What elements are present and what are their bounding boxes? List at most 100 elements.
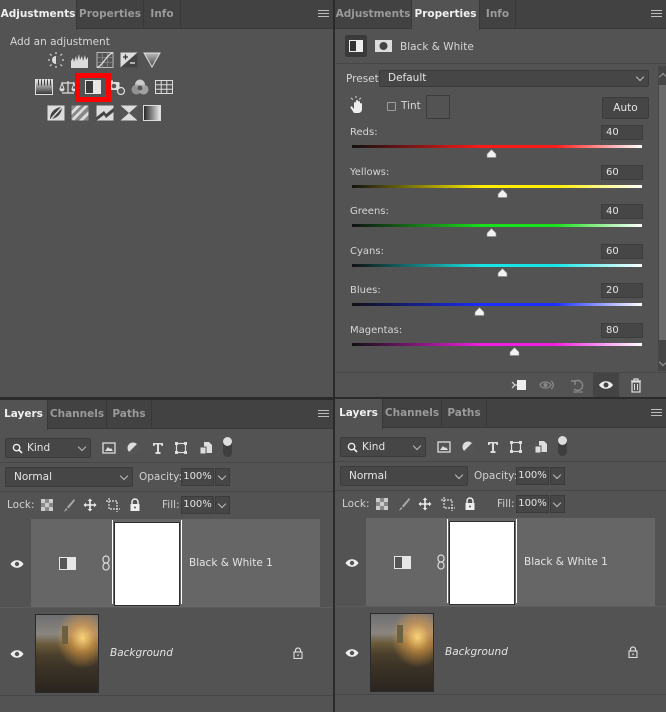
filter-kind-dropdown[interactable]: Kind bbox=[340, 437, 426, 457]
channel-mixer-icon[interactable] bbox=[131, 79, 149, 95]
color-lookup-icon[interactable] bbox=[155, 79, 173, 95]
lock-artboard-icon[interactable] bbox=[441, 497, 455, 511]
type-layer-filter-icon[interactable] bbox=[486, 440, 500, 454]
tab-info[interactable]: Info bbox=[144, 0, 181, 29]
shape-layer-filter-icon[interactable] bbox=[509, 440, 523, 454]
tab-layers[interactable]: Layers bbox=[0, 400, 48, 430]
lock-position-icon[interactable] bbox=[418, 497, 432, 511]
smart-object-filter-icon[interactable] bbox=[199, 441, 213, 455]
tint-checkbox[interactable] bbox=[387, 102, 396, 111]
blend-mode-dropdown[interactable]: Normal bbox=[5, 467, 133, 487]
fill-dropdown-button[interactable] bbox=[215, 496, 230, 514]
lock-transparent-pixels-icon[interactable] bbox=[40, 498, 54, 512]
opacity-dropdown-button[interactable] bbox=[215, 468, 230, 486]
panel-menu-icon[interactable] bbox=[651, 409, 662, 418]
type-layer-filter-icon[interactable] bbox=[151, 441, 165, 455]
selective-color-icon[interactable] bbox=[120, 105, 138, 121]
lock-position-icon[interactable] bbox=[83, 498, 97, 512]
layer-name[interactable]: Background bbox=[110, 647, 173, 659]
lock-image-pixels-icon[interactable] bbox=[62, 498, 76, 512]
tab-paths[interactable]: Paths bbox=[442, 399, 487, 428]
layer-mask-thumbnail[interactable] bbox=[447, 519, 517, 605]
adjustment-layer-filter-icon[interactable] bbox=[126, 441, 140, 455]
layer-name[interactable]: Background bbox=[445, 646, 508, 658]
layer-image-thumbnail[interactable] bbox=[35, 614, 99, 693]
panel-menu-icon[interactable] bbox=[651, 10, 662, 19]
channel-slider-track[interactable] bbox=[352, 184, 642, 188]
channel-slider-thumb[interactable] bbox=[509, 347, 520, 356]
blend-mode-dropdown[interactable]: Normal bbox=[340, 466, 468, 486]
tab-adjustments[interactable]: Adjustments bbox=[335, 0, 412, 29]
tab-paths[interactable]: Paths bbox=[107, 400, 152, 429]
channel-value-input[interactable]: 20 bbox=[601, 283, 643, 299]
layer-image-thumbnail[interactable] bbox=[370, 613, 434, 692]
filter-kind-dropdown[interactable]: Kind bbox=[5, 438, 91, 458]
layer-name[interactable]: Black & White 1 bbox=[189, 557, 273, 569]
channel-value-input[interactable]: 40 bbox=[601, 204, 643, 220]
pixel-layer-filter-icon[interactable] bbox=[102, 441, 116, 455]
tab-layers[interactable]: Layers bbox=[335, 399, 383, 429]
opacity-dropdown-button[interactable] bbox=[550, 467, 565, 485]
panel-menu-icon[interactable] bbox=[318, 10, 329, 19]
channel-value-input[interactable]: 60 bbox=[601, 243, 643, 259]
brightness-contrast-icon[interactable] bbox=[47, 52, 65, 68]
channel-slider-thumb[interactable] bbox=[497, 188, 508, 198]
layer-row-black-white[interactable]: Black & White 1 bbox=[0, 519, 320, 607]
layer-mask-thumbnail[interactable] bbox=[112, 520, 182, 606]
tab-properties[interactable]: Properties bbox=[412, 0, 480, 30]
channel-slider-thumb[interactable] bbox=[497, 267, 508, 277]
layer-row-background[interactable]: Background bbox=[0, 609, 320, 695]
levels-icon[interactable] bbox=[71, 52, 89, 68]
smart-object-filter-icon[interactable] bbox=[534, 440, 548, 454]
channel-value-input[interactable]: 80 bbox=[601, 323, 643, 338]
shape-layer-filter-icon[interactable] bbox=[174, 441, 188, 455]
fill-input[interactable]: 100% bbox=[181, 496, 214, 514]
opacity-input[interactable]: 100% bbox=[516, 467, 549, 485]
invert-icon[interactable] bbox=[47, 105, 65, 121]
panel-menu-icon[interactable] bbox=[318, 410, 329, 419]
curves-icon[interactable] bbox=[96, 52, 114, 68]
lock-all-icon[interactable] bbox=[463, 497, 477, 511]
preset-dropdown[interactable]: Default bbox=[379, 70, 649, 87]
auto-button[interactable]: Auto bbox=[602, 97, 649, 119]
channel-slider-track[interactable] bbox=[352, 263, 642, 267]
filter-toggle-switch[interactable] bbox=[223, 437, 232, 457]
layer-visibility-eye-icon[interactable] bbox=[10, 649, 24, 659]
channel-slider-thumb[interactable] bbox=[486, 228, 497, 237]
gradient-triangle-icon[interactable] bbox=[143, 52, 161, 68]
posterize-icon[interactable] bbox=[71, 105, 89, 121]
clip-to-layer-icon[interactable] bbox=[511, 377, 527, 393]
lock-all-icon[interactable] bbox=[128, 498, 142, 512]
channel-slider-track[interactable] bbox=[352, 145, 642, 148]
reset-icon[interactable] bbox=[570, 377, 586, 393]
channel-value-input[interactable]: 40 bbox=[601, 125, 643, 140]
layer-visibility-eye-icon[interactable] bbox=[10, 559, 24, 569]
trash-icon[interactable] bbox=[628, 377, 644, 393]
tab-properties[interactable]: Properties bbox=[77, 0, 144, 29]
lock-image-pixels-icon[interactable] bbox=[397, 497, 411, 511]
opacity-input[interactable]: 100% bbox=[181, 468, 214, 486]
channel-value-input[interactable]: 60 bbox=[601, 164, 643, 180]
lock-transparent-pixels-icon[interactable] bbox=[375, 497, 389, 511]
layer-name[interactable]: Black & White 1 bbox=[524, 556, 608, 568]
exposure-icon[interactable] bbox=[120, 52, 138, 68]
channel-slider-track[interactable] bbox=[352, 224, 642, 228]
channel-slider-track[interactable] bbox=[352, 303, 642, 307]
visibility-toggle-button[interactable] bbox=[593, 373, 619, 397]
tab-channels[interactable]: Channels bbox=[383, 399, 442, 428]
adjustment-mode-button[interactable] bbox=[345, 35, 367, 57]
gradient-map-icon[interactable] bbox=[143, 105, 161, 121]
targeted-adjustment-hand-icon[interactable] bbox=[349, 96, 365, 114]
fill-input[interactable]: 100% bbox=[516, 495, 549, 513]
layer-visibility-eye-icon[interactable] bbox=[345, 558, 359, 568]
tint-color-swatch[interactable] bbox=[426, 95, 450, 119]
channel-slider-track[interactable] bbox=[352, 343, 642, 346]
view-previous-state-icon[interactable] bbox=[539, 377, 555, 393]
tab-channels[interactable]: Channels bbox=[48, 400, 107, 429]
channel-slider-thumb[interactable] bbox=[486, 149, 497, 158]
filter-toggle-switch[interactable] bbox=[558, 436, 567, 456]
hue-saturation-icon[interactable] bbox=[35, 79, 53, 95]
tab-info[interactable]: Info bbox=[480, 0, 516, 29]
fill-dropdown-button[interactable] bbox=[550, 495, 565, 513]
layer-row-background[interactable]: Background bbox=[335, 608, 655, 694]
